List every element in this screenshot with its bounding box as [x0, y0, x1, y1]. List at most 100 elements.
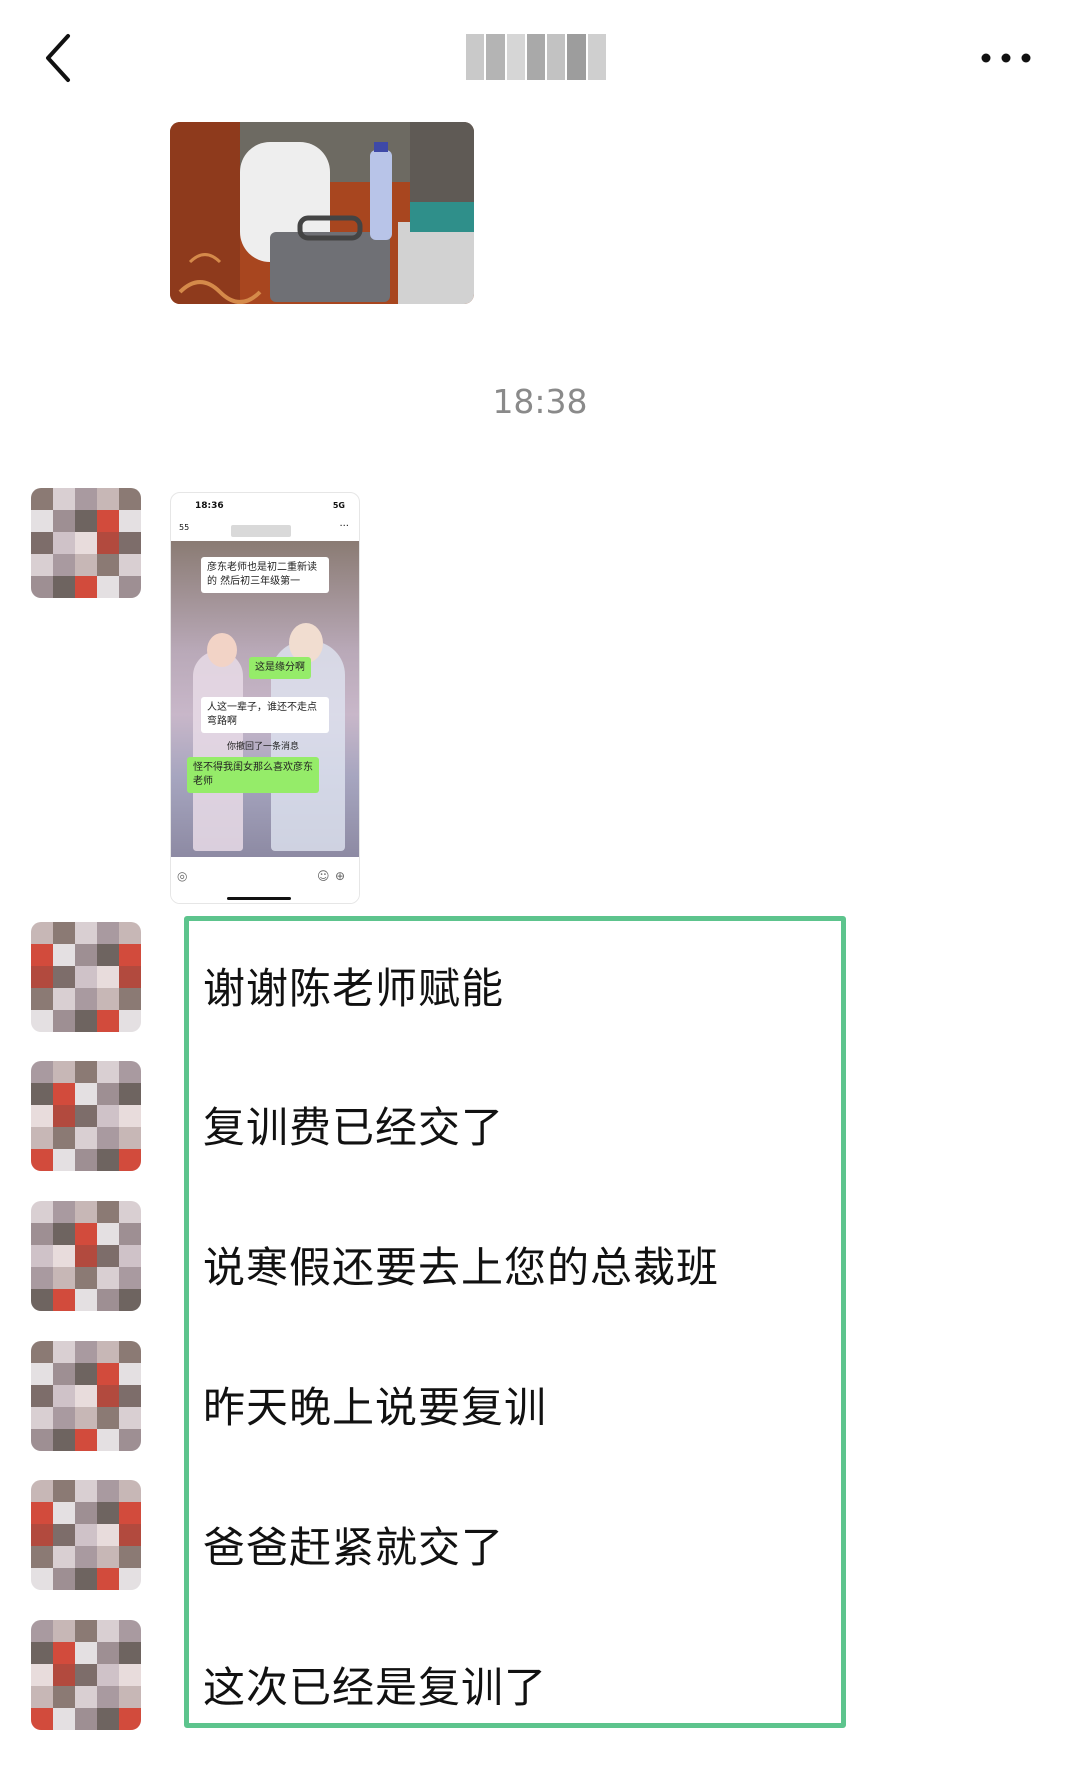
message-text[interactable]: 说寒假还要去上您的总裁班	[203, 1234, 719, 1295]
mosaic-cell	[75, 1502, 97, 1524]
mosaic-cell	[119, 1289, 141, 1311]
mosaic-cell	[119, 1341, 141, 1363]
mosaic-cell	[31, 510, 53, 532]
mosaic-cell	[31, 944, 53, 966]
mosaic-cell	[119, 988, 141, 1010]
avatar[interactable]	[31, 1201, 141, 1311]
mosaic-cell	[53, 1127, 75, 1149]
event-photo	[170, 122, 474, 304]
mosaic-cell	[75, 1480, 97, 1502]
mosaic-cell	[75, 988, 97, 1010]
mosaic-cell	[31, 1223, 53, 1245]
image-message[interactable]	[170, 122, 474, 304]
back-button[interactable]	[38, 28, 82, 88]
mosaic-cell	[75, 510, 97, 532]
mosaic-cell	[119, 1201, 141, 1223]
mosaic-cell	[53, 1642, 75, 1664]
mosaic-cell	[53, 988, 75, 1010]
mosaic-cell	[119, 1105, 141, 1127]
mosaic-cell	[75, 944, 97, 966]
chevron-left-icon	[46, 34, 70, 82]
mosaic-cell	[53, 1620, 75, 1642]
mosaic-cell	[31, 1201, 53, 1223]
mosaic-cell	[53, 1407, 75, 1429]
mosaic-cell	[53, 1546, 75, 1568]
mosaic-cell	[75, 1245, 97, 1267]
avatar-mosaic	[31, 488, 141, 598]
mosaic-cell	[119, 922, 141, 944]
mosaic-cell	[53, 1363, 75, 1385]
avatar[interactable]	[31, 922, 141, 1032]
mosaic-cell	[53, 1708, 75, 1730]
mosaic-cell	[97, 532, 119, 554]
mosaic-cell	[53, 554, 75, 576]
mosaic-cell	[75, 1546, 97, 1568]
message-text[interactable]: 爸爸赶紧就交了	[203, 1514, 504, 1575]
mosaic-cell	[75, 532, 97, 554]
mosaic-cell	[53, 1385, 75, 1407]
mosaic-cell	[53, 1149, 75, 1171]
mosaic-cell	[31, 1686, 53, 1708]
avatar[interactable]	[31, 1341, 141, 1451]
mosaic-cell	[97, 1686, 119, 1708]
mosaic-cell	[31, 1546, 53, 1568]
mosaic-cell	[31, 1010, 53, 1032]
mosaic-cell	[53, 1083, 75, 1105]
mosaic-cell	[53, 1429, 75, 1451]
timestamp: 18:38	[492, 382, 588, 421]
chat-title-blurred	[466, 34, 606, 80]
mosaic-cell	[97, 554, 119, 576]
mosaic-cell	[53, 966, 75, 988]
mosaic-cell	[75, 1708, 97, 1730]
mosaic-cell	[119, 1620, 141, 1642]
mosaic-cell	[119, 1664, 141, 1686]
mosaic-cell	[97, 1568, 119, 1590]
avatar[interactable]	[31, 1061, 141, 1171]
avatar[interactable]	[31, 1620, 141, 1730]
mosaic-cell	[97, 1664, 119, 1686]
mosaic-cell	[119, 1385, 141, 1407]
mosaic-cell	[31, 1267, 53, 1289]
inner-nav-bar: 55 ···	[171, 519, 359, 541]
face-left	[207, 633, 237, 667]
mosaic-cell	[119, 1642, 141, 1664]
avatar-mosaic	[31, 1480, 141, 1590]
message-text[interactable]: 这次已经是复训了	[203, 1654, 547, 1715]
mosaic-cell	[31, 988, 53, 1010]
more-options-button[interactable]	[976, 40, 1036, 76]
mosaic-cell	[75, 1061, 97, 1083]
mosaic-cell	[75, 1201, 97, 1223]
mosaic-cell	[75, 1010, 97, 1032]
mosaic-cell	[31, 1620, 53, 1642]
mosaic-cell	[97, 1105, 119, 1127]
mosaic-cell	[119, 510, 141, 532]
mosaic-cell	[53, 1568, 75, 1590]
mosaic-cell	[97, 1289, 119, 1311]
mosaic-cell	[75, 1083, 97, 1105]
inner-message: 彦东老师也是初二重新读的 然后初三年级第一	[201, 557, 329, 593]
mosaic-cell	[97, 1708, 119, 1730]
message-text[interactable]: 昨天晚上说要复训	[203, 1374, 547, 1435]
mosaic-cell	[75, 554, 97, 576]
mosaic-cell	[97, 1010, 119, 1032]
mosaic-cell	[53, 1105, 75, 1127]
mosaic-cell	[75, 1686, 97, 1708]
mosaic-cell	[75, 1664, 97, 1686]
mosaic-cell	[119, 1010, 141, 1032]
mosaic-cell	[119, 1429, 141, 1451]
status-bar: 18:36 5G	[171, 493, 359, 519]
mosaic-cell	[31, 1341, 53, 1363]
mosaic-cell	[119, 1363, 141, 1385]
mosaic-cell	[97, 944, 119, 966]
message-text[interactable]: 谢谢陈老师赋能	[203, 955, 504, 1016]
mosaic-cell	[75, 1127, 97, 1149]
mosaic-cell	[31, 1502, 53, 1524]
mosaic-cell	[119, 1267, 141, 1289]
mosaic-cell	[75, 1642, 97, 1664]
mosaic-cell	[75, 1620, 97, 1642]
message-text[interactable]: 复训费已经交了	[203, 1094, 504, 1155]
avatar[interactable]	[31, 488, 141, 598]
screenshot-image-message[interactable]: 18:36 5G 55 ··· 彦东老师也是初二重新读的 然后初三年级第一 这是…	[170, 492, 360, 904]
mosaic-cell	[75, 576, 97, 598]
avatar[interactable]	[31, 1480, 141, 1590]
